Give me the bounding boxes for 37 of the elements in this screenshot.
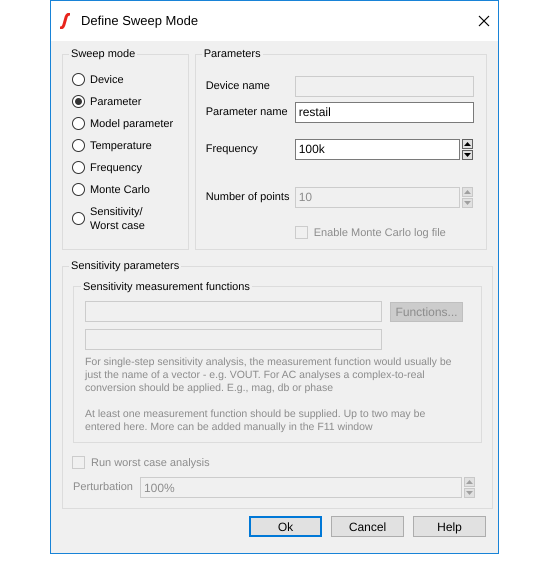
dialog-button[interactable]: Cancel <box>331 516 404 537</box>
radio-button[interactable] <box>72 161 85 174</box>
radio-button[interactable] <box>72 117 85 130</box>
radio-label[interactable]: Parameter <box>90 94 142 108</box>
field-label: Device name <box>206 78 271 94</box>
group-title: Sweep mode <box>70 47 136 62</box>
checkbox-label: Run worst case analysis <box>91 456 210 470</box>
group-title: Parameters <box>202 47 262 62</box>
close-icon[interactable] <box>478 15 490 27</box>
checkbox-label: Enable Monte Carlo log file <box>314 226 446 240</box>
dialog-button[interactable]: Ok <box>249 516 322 537</box>
help-text: At least one measurement function should be supplied. Up to two may be entered here. More can be added manually in the F11 window <box>85 408 426 434</box>
radio-label[interactable]: Temperature <box>90 138 152 152</box>
app-logo-icon <box>58 13 72 29</box>
field-label: Number of points <box>206 190 290 205</box>
group-title: Sensitivity measurement functions <box>82 280 251 294</box>
radio-label[interactable]: Frequency <box>90 160 142 174</box>
dialog-button[interactable]: Help <box>413 516 486 537</box>
radio-label[interactable]: Model parameter <box>90 116 174 130</box>
radio-button[interactable] <box>72 212 85 225</box>
window-title: Define Sweep Mode <box>81 12 198 30</box>
radio-label[interactable]: Device <box>90 72 124 86</box>
help-text: For single-step sensitivity analysis, the measurement function would usually be just the name of a vector - e.g. VOUT. For AC analyses a complex-to-real conversion should be applied. E.g., mag, db or phase <box>85 356 453 395</box>
input-field[interactable]: 100k <box>294 138 460 160</box>
field-label: Perturbation <box>73 480 134 496</box>
field-label: Parameter name <box>206 104 289 120</box>
spin-up-icon[interactable] <box>462 138 473 148</box>
group-title: Sensitivity parameters <box>70 259 180 274</box>
radio-label[interactable]: Monte Carlo <box>90 182 150 196</box>
input-field[interactable]: restail <box>294 102 474 122</box>
field-label: Frequency <box>206 142 259 157</box>
radio-label[interactable]: Sensitivity/ Worst case <box>90 204 145 232</box>
radio-button[interactable] <box>72 95 85 108</box>
radio-button[interactable] <box>72 139 85 152</box>
radio-button[interactable] <box>72 73 85 86</box>
spin-down-icon[interactable] <box>462 150 473 160</box>
radio-button[interactable] <box>72 183 85 196</box>
